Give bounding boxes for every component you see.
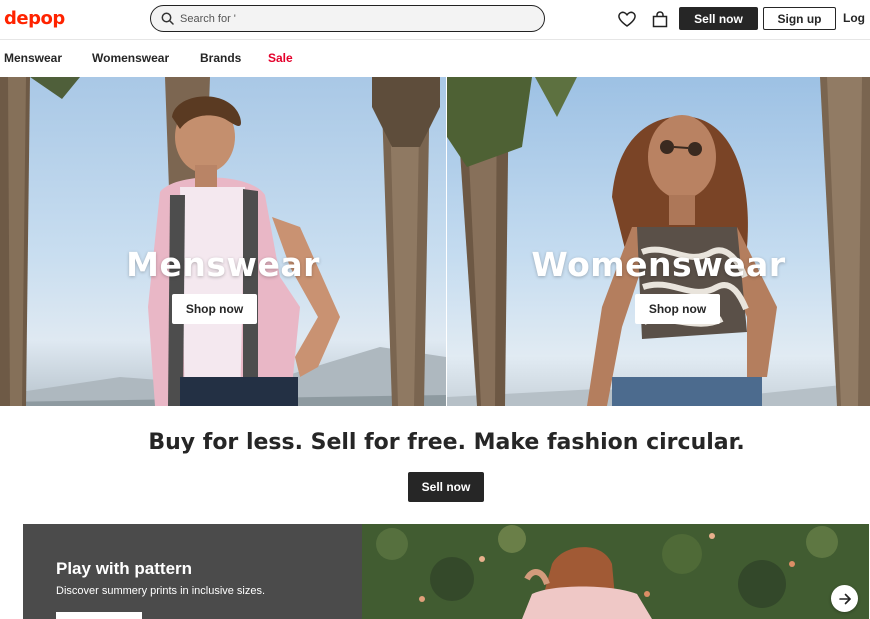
menswear-photo (0, 77, 446, 406)
sell-now-cta-button[interactable]: Sell now (408, 472, 484, 502)
promo-subtitle: Discover summery prints in inclusive siz… (56, 585, 266, 597)
heart-icon[interactable] (617, 9, 637, 29)
hero-womenswear[interactable]: Womenswear Shop now (447, 77, 870, 406)
shop-now-menswear-button[interactable]: Shop now (172, 294, 257, 324)
hero-menswear[interactable]: Menswear Shop now (0, 77, 446, 406)
nav-item-brands[interactable]: Brands (200, 51, 241, 65)
carousel-next-button[interactable] (831, 585, 858, 612)
promo-title: Play with pattern (56, 559, 193, 578)
promo-banner[interactable]: Play with pattern Discover summery print… (23, 524, 869, 619)
sell-now-button[interactable]: Sell now (679, 7, 758, 30)
sign-up-button[interactable]: Sign up (763, 7, 836, 30)
category-nav: Menswear Womenswear Brands Sale (0, 41, 870, 77)
nav-item-sale[interactable]: Sale (268, 51, 293, 65)
nav-item-womenswear[interactable]: Womenswear (92, 51, 169, 65)
search-bar[interactable] (150, 5, 545, 32)
bag-icon[interactable] (650, 9, 670, 29)
log-in-link[interactable]: Log (843, 11, 865, 25)
tagline: Buy for less. Sell for free. Make fashio… (148, 430, 745, 455)
depop-logo[interactable]: depop (4, 8, 65, 29)
search-input[interactable] (180, 12, 520, 25)
womenswear-photo (447, 77, 870, 406)
promo-shop-button[interactable] (56, 612, 142, 619)
promo-photo (362, 524, 869, 619)
arrow-right-icon (838, 593, 851, 604)
search-icon (161, 12, 174, 25)
hero-title-womenswear: Womenswear (531, 245, 786, 284)
promo-panel: Play with pattern Discover summery print… (23, 524, 362, 619)
site-header: depop Sell now Sign up Log (0, 0, 870, 40)
nav-item-menswear[interactable]: Menswear (4, 51, 62, 65)
shop-now-womenswear-button[interactable]: Shop now (635, 294, 720, 324)
hero-title-menswear: Menswear (126, 245, 320, 284)
